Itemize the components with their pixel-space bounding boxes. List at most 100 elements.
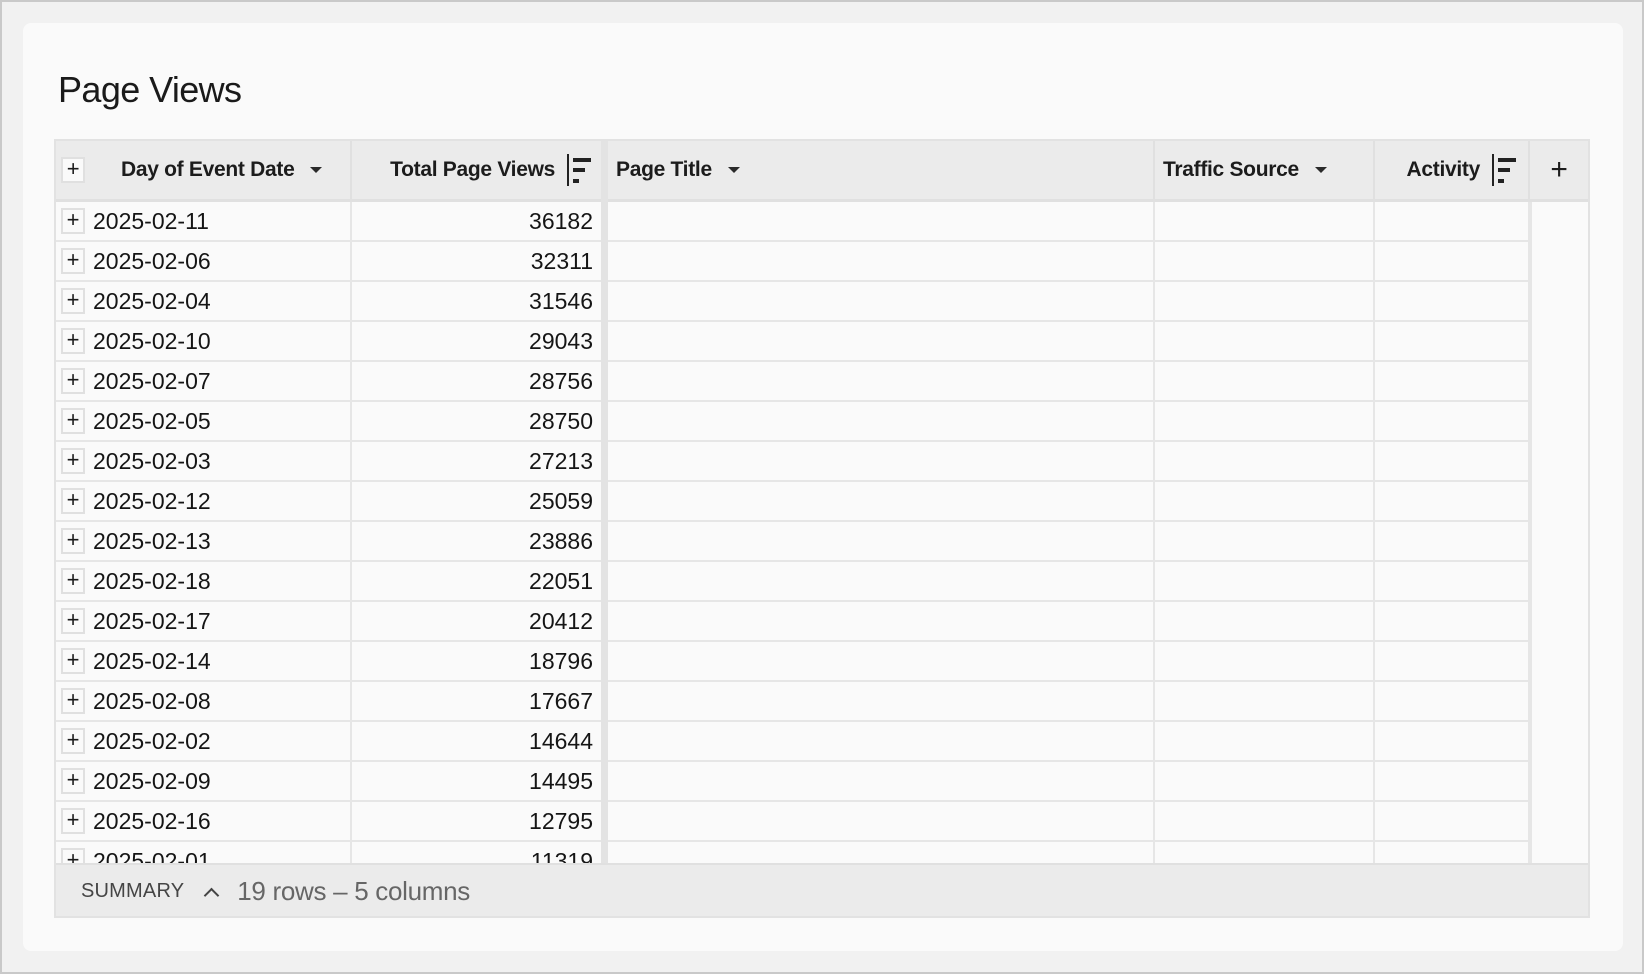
dropdown-arrow-icon[interactable]: [1314, 167, 1327, 173]
cell-traffic-source[interactable]: [1155, 642, 1375, 682]
expand-row-button[interactable]: +: [61, 688, 85, 714]
chevron-up-icon[interactable]: [203, 887, 220, 904]
cell-page-title[interactable]: [608, 602, 1155, 642]
expand-row-button[interactable]: +: [61, 768, 85, 794]
cell-day-of-event-date[interactable]: + 2025-02-14: [56, 642, 352, 682]
cell-day-of-event-date[interactable]: + 2025-02-02: [56, 722, 352, 762]
cell-day-of-event-date[interactable]: + 2025-02-09: [56, 762, 352, 802]
cell-activity[interactable]: [1375, 722, 1530, 762]
cell-day-of-event-date[interactable]: + 2025-02-06: [56, 242, 352, 282]
cell-page-title[interactable]: [608, 402, 1155, 442]
expand-row-button[interactable]: +: [61, 528, 85, 554]
cell-traffic-source[interactable]: [1155, 442, 1375, 482]
cell-activity[interactable]: [1375, 482, 1530, 522]
cell-total-page-views[interactable]: 22051: [352, 562, 601, 602]
cell-page-title[interactable]: [608, 282, 1155, 322]
cell-activity[interactable]: [1375, 522, 1530, 562]
cell-day-of-event-date[interactable]: + 2025-02-18: [56, 562, 352, 602]
expand-all-button[interactable]: +: [61, 157, 85, 183]
cell-total-page-views[interactable]: 32311: [352, 242, 601, 282]
column-header-traffic-source[interactable]: Traffic Source: [1155, 141, 1375, 199]
cell-total-page-views[interactable]: 14495: [352, 762, 601, 802]
cell-total-page-views[interactable]: 11319: [352, 842, 601, 864]
add-column-button[interactable]: +: [1530, 141, 1588, 199]
cell-page-title[interactable]: [608, 442, 1155, 482]
cell-page-title[interactable]: [608, 682, 1155, 722]
cell-day-of-event-date[interactable]: + 2025-02-10: [56, 322, 352, 362]
cell-page-title[interactable]: [608, 722, 1155, 762]
expand-row-button[interactable]: +: [61, 248, 85, 274]
cell-traffic-source[interactable]: [1155, 802, 1375, 842]
expand-row-button[interactable]: +: [61, 648, 85, 674]
cell-page-title[interactable]: [608, 522, 1155, 562]
cell-traffic-source[interactable]: [1155, 202, 1375, 242]
summary-toggle-label[interactable]: SUMMARY: [81, 880, 184, 903]
cell-traffic-source[interactable]: [1155, 402, 1375, 442]
cell-traffic-source[interactable]: [1155, 522, 1375, 562]
cell-day-of-event-date[interactable]: + 2025-02-13: [56, 522, 352, 562]
cell-total-page-views[interactable]: 29043: [352, 322, 601, 362]
cell-total-page-views[interactable]: 31546: [352, 282, 601, 322]
cell-page-title[interactable]: [608, 762, 1155, 802]
expand-row-button[interactable]: +: [61, 568, 85, 594]
cell-traffic-source[interactable]: [1155, 682, 1375, 722]
cell-page-title[interactable]: [608, 362, 1155, 402]
sort-descending-icon[interactable]: [567, 154, 591, 186]
cell-traffic-source[interactable]: [1155, 242, 1375, 282]
cell-page-title[interactable]: [608, 842, 1155, 863]
dropdown-arrow-icon[interactable]: [727, 167, 740, 173]
cell-total-page-views[interactable]: 27213: [352, 442, 601, 482]
column-header-total-page-views[interactable]: Total Page Views: [352, 141, 601, 199]
cell-activity[interactable]: [1375, 802, 1530, 842]
cell-activity[interactable]: [1375, 682, 1530, 722]
cell-activity[interactable]: [1375, 842, 1530, 863]
cell-total-page-views[interactable]: 18796: [352, 642, 601, 682]
cell-page-title[interactable]: [608, 562, 1155, 602]
cell-page-title[interactable]: [608, 202, 1155, 242]
expand-row-button[interactable]: +: [61, 368, 85, 394]
cell-day-of-event-date[interactable]: + 2025-02-07: [56, 362, 352, 402]
cell-page-title[interactable]: [608, 482, 1155, 522]
expand-row-button[interactable]: +: [61, 288, 85, 314]
cell-page-title[interactable]: [608, 322, 1155, 362]
cell-day-of-event-date[interactable]: + 2025-02-01: [56, 842, 352, 863]
cell-total-page-views[interactable]: 25059: [352, 482, 601, 522]
cell-total-page-views[interactable]: 17667: [352, 682, 601, 722]
frozen-column-divider[interactable]: [601, 141, 608, 863]
cell-day-of-event-date[interactable]: + 2025-02-12: [56, 482, 352, 522]
expand-row-button[interactable]: +: [61, 808, 85, 834]
expand-row-button[interactable]: +: [61, 728, 85, 754]
cell-total-page-views[interactable]: 14644: [352, 722, 601, 762]
cell-day-of-event-date[interactable]: + 2025-02-16: [56, 802, 352, 842]
cell-page-title[interactable]: [608, 242, 1155, 282]
cell-total-page-views[interactable]: 28756: [352, 362, 601, 402]
cell-activity[interactable]: [1375, 562, 1530, 602]
cell-activity[interactable]: [1375, 362, 1530, 402]
cell-activity[interactable]: [1375, 202, 1530, 242]
dropdown-arrow-icon[interactable]: [310, 167, 323, 173]
cell-page-title[interactable]: [608, 642, 1155, 682]
cell-traffic-source[interactable]: [1155, 842, 1375, 863]
column-header-day-of-event-date[interactable]: + Day of Event Date: [56, 141, 352, 199]
cell-total-page-views[interactable]: 36182: [352, 202, 601, 242]
cell-activity[interactable]: [1375, 402, 1530, 442]
cell-traffic-source[interactable]: [1155, 762, 1375, 802]
cell-activity[interactable]: [1375, 762, 1530, 802]
cell-day-of-event-date[interactable]: + 2025-02-17: [56, 602, 352, 642]
expand-row-button[interactable]: +: [61, 488, 85, 514]
expand-row-button[interactable]: +: [61, 328, 85, 354]
sort-descending-icon[interactable]: [1492, 154, 1516, 186]
cell-day-of-event-date[interactable]: + 2025-02-03: [56, 442, 352, 482]
cell-traffic-source[interactable]: [1155, 602, 1375, 642]
cell-day-of-event-date[interactable]: + 2025-02-05: [56, 402, 352, 442]
expand-row-button[interactable]: +: [61, 448, 85, 474]
cell-total-page-views[interactable]: 23886: [352, 522, 601, 562]
cell-activity[interactable]: [1375, 242, 1530, 282]
cell-activity[interactable]: [1375, 602, 1530, 642]
cell-traffic-source[interactable]: [1155, 282, 1375, 322]
cell-activity[interactable]: [1375, 322, 1530, 362]
cell-page-title[interactable]: [608, 802, 1155, 842]
cell-day-of-event-date[interactable]: + 2025-02-04: [56, 282, 352, 322]
cell-day-of-event-date[interactable]: + 2025-02-11: [56, 202, 352, 242]
cell-traffic-source[interactable]: [1155, 362, 1375, 402]
